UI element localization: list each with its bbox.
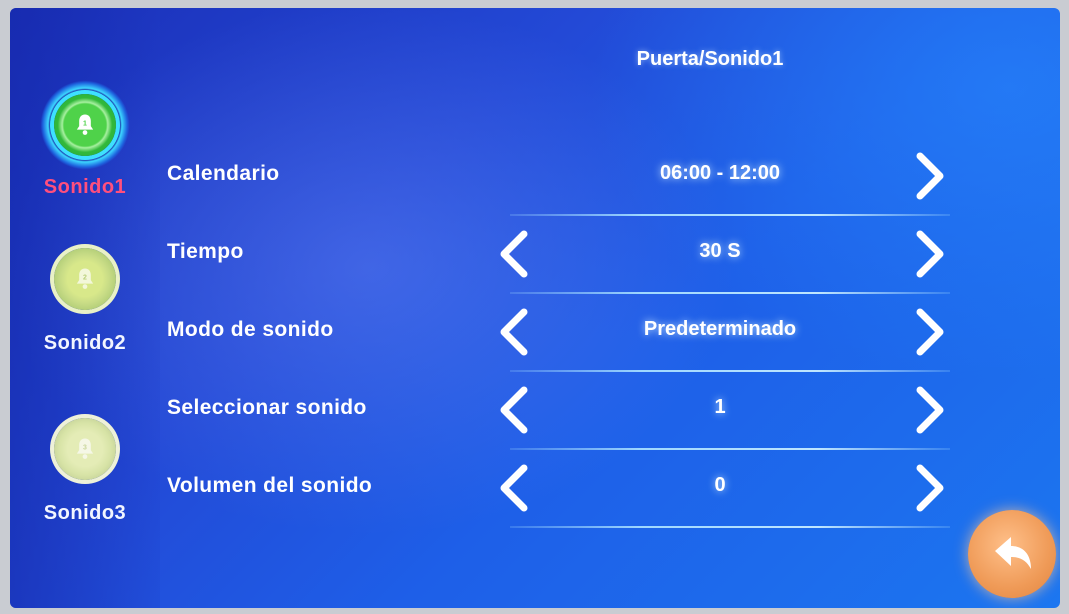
bell-icon: 3 <box>54 418 116 480</box>
page-title: Puerta/Sonido1 <box>636 48 784 70</box>
setting-value: 30 S <box>699 240 741 262</box>
row-divider <box>510 370 950 372</box>
chevron-right-icon[interactable] <box>908 382 952 438</box>
row-divider <box>510 292 950 294</box>
setting-label: Volumen del sonido <box>167 474 373 497</box>
setting-row-modo-de-sonido: Modo de sonido Predeterminado <box>160 304 1060 382</box>
bell-icon: 2 <box>54 248 116 310</box>
setting-row-calendario: Calendario 06:00 - 12:00 <box>160 148 1060 226</box>
selected-tab-ring: 1 <box>40 80 130 170</box>
sidebar-item-label: Sonido1 <box>43 176 127 198</box>
bell-icon: 1 <box>54 94 116 156</box>
setting-value: 1 <box>714 396 726 418</box>
svg-text:1: 1 <box>83 121 87 128</box>
sidebar-item-sonido1[interactable]: 1 Sonido1 <box>10 80 160 199</box>
setting-value: Predeterminado <box>643 318 797 340</box>
setting-label: Modo de sonido <box>167 318 334 341</box>
settings-screen: 1 Sonido1 2 Sonido2 3 Sonido3 Puerta/Son… <box>10 8 1060 608</box>
back-arrow-icon <box>995 537 1031 569</box>
row-divider <box>510 214 950 216</box>
setting-value: 06:00 - 12:00 <box>659 162 781 184</box>
chevron-right-icon[interactable] <box>908 460 952 516</box>
row-divider <box>510 448 950 450</box>
svg-text:3: 3 <box>83 445 87 452</box>
sidebar: 1 Sonido1 2 Sonido2 3 Sonido3 <box>10 8 160 608</box>
svg-text:2: 2 <box>83 275 87 282</box>
setting-row-volumen-del-sonido: Volumen del sonido 0 <box>160 460 1060 538</box>
setting-label: Tiempo <box>167 240 244 263</box>
setting-label: Seleccionar sonido <box>167 396 367 419</box>
chevron-right-icon[interactable] <box>908 148 952 204</box>
setting-row-seleccionar-sonido: Seleccionar sonido 1 <box>160 382 1060 460</box>
back-button[interactable] <box>968 510 1056 598</box>
chevron-right-icon[interactable] <box>908 226 952 282</box>
setting-value: 0 <box>714 474 726 496</box>
row-divider <box>510 526 950 528</box>
chevron-right-icon[interactable] <box>908 304 952 360</box>
sidebar-item-label: Sonido2 <box>43 332 127 354</box>
sidebar-item-sonido3[interactable]: 3 Sonido3 <box>10 418 160 525</box>
setting-row-tiempo: Tiempo 30 S <box>160 226 1060 304</box>
sidebar-item-label: Sonido3 <box>43 502 127 524</box>
setting-label: Calendario <box>167 162 280 185</box>
sidebar-item-sonido2[interactable]: 2 Sonido2 <box>10 248 160 355</box>
